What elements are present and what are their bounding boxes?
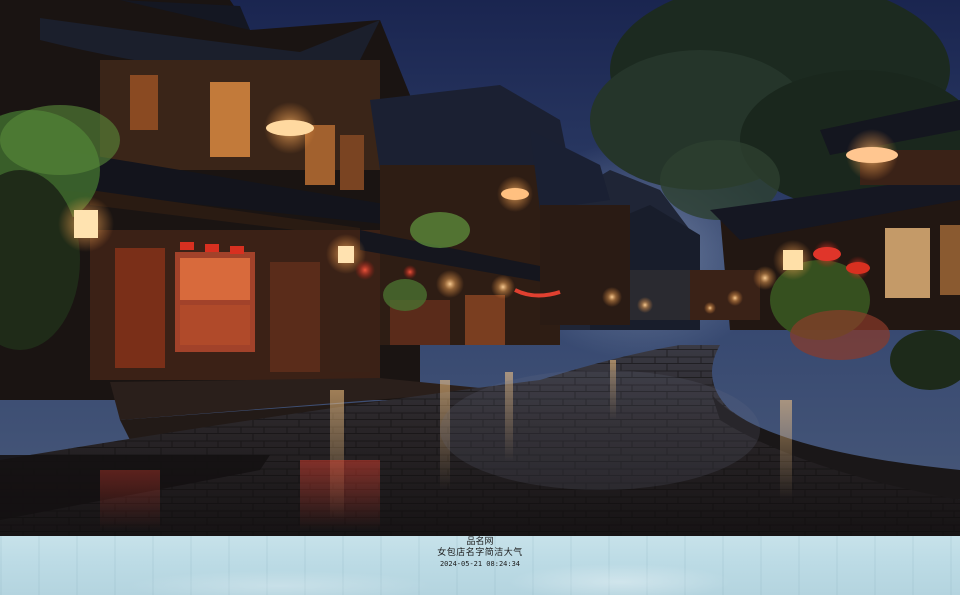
caption-title: 女包店名字简洁大气 (437, 548, 523, 558)
site-name: 品名网 (466, 537, 494, 547)
page: 品名网 女包店名字简洁大气 2024-05-21 08:24:34 (0, 0, 960, 595)
caption-band: 品名网 女包店名字简洁大气 2024-05-21 08:24:34 (0, 536, 960, 595)
caption-timestamp: 2024-05-21 08:24:34 (439, 560, 521, 568)
street-scene-image (0, 0, 960, 536)
